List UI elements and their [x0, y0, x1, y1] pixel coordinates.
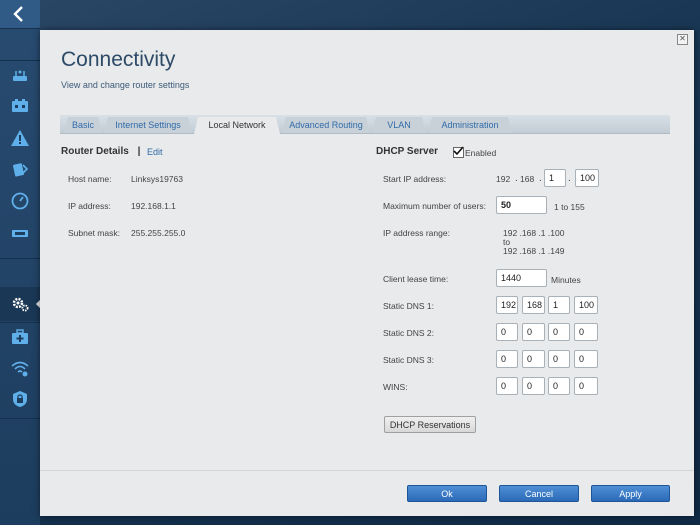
- ip-dot: .: [515, 173, 518, 184]
- back-chevron-icon: [13, 6, 23, 22]
- dhcp-enabled-label: Enabled: [465, 148, 497, 158]
- lease-time-label: Client lease time:: [383, 274, 449, 284]
- ip-dot: .: [568, 173, 571, 184]
- dns1-octet-1-input[interactable]: 192: [496, 296, 518, 314]
- dns2-octet-1-input[interactable]: 0: [496, 323, 518, 341]
- dns1-octet-4-input[interactable]: 100: [574, 296, 598, 314]
- cancel-button[interactable]: Cancel: [499, 485, 579, 502]
- wins-label: WINS:: [383, 382, 408, 392]
- apply-button[interactable]: Apply: [591, 485, 670, 502]
- lease-time-input[interactable]: 1440: [496, 269, 547, 287]
- connectivity-dialog: ✕ Connectivity View and change router se…: [40, 30, 694, 516]
- ok-button[interactable]: Ok: [407, 485, 487, 502]
- dns1-octet-2-input[interactable]: 168: [522, 296, 545, 314]
- dhcp-reservations-button[interactable]: DHCP Reservations: [384, 416, 476, 433]
- subnet-mask-label: Subnet mask:: [68, 228, 120, 238]
- subnet-mask-value: 255.255.255.0: [131, 228, 186, 238]
- external-storage-icon[interactable]: [10, 160, 30, 180]
- heading-separator: |: [137, 146, 141, 157]
- ip-range-label: IP address range:: [383, 228, 450, 238]
- wins-octet-4-input[interactable]: 0: [574, 377, 598, 395]
- tab-bar: Basic Internet Settings Local Network Ad…: [60, 115, 670, 134]
- warning-icon[interactable]: [10, 128, 30, 148]
- router-details-heading: Router Details |: [61, 146, 146, 157]
- start-ip-octet-4-input[interactable]: 100: [575, 169, 599, 187]
- ip-dot: .: [539, 173, 542, 184]
- wins-octet-1-input[interactable]: 0: [496, 377, 518, 395]
- dns2-octet-4-input[interactable]: 0: [574, 323, 598, 341]
- page-title: Connectivity: [61, 48, 176, 71]
- lease-time-unit: Minutes: [551, 275, 581, 285]
- dns3-octet-3-input[interactable]: 0: [548, 350, 570, 368]
- ip-address-label: IP address:: [68, 201, 111, 211]
- wifi-icon[interactable]: [10, 358, 30, 378]
- dhcp-server-heading: DHCP Server: [376, 146, 439, 157]
- max-users-label: Maximum number of users:: [383, 201, 486, 211]
- close-icon[interactable]: ✕: [677, 34, 688, 45]
- footer-divider: [40, 470, 694, 471]
- dns3-label: Static DNS 3:: [383, 355, 435, 365]
- dns3-octet-4-input[interactable]: 0: [574, 350, 598, 368]
- dns3-octet-2-input[interactable]: 0: [522, 350, 545, 368]
- dns1-label: Static DNS 1:: [383, 301, 435, 311]
- wins-octet-3-input[interactable]: 0: [548, 377, 570, 395]
- tab-administration[interactable]: Administration: [428, 117, 512, 133]
- dhcp-enabled-checkbox[interactable]: [453, 146, 464, 158]
- settings-gear-icon[interactable]: [10, 294, 30, 314]
- router-details-title: Router Details: [61, 146, 129, 157]
- medical-kit-icon[interactable]: [10, 327, 30, 347]
- nav-rail: [0, 0, 42, 525]
- wins-octet-2-input[interactable]: 0: [522, 377, 545, 395]
- tab-vlan[interactable]: VLAN: [372, 117, 426, 133]
- ip-address-value: 192.168.1.1: [131, 201, 176, 211]
- devices-icon[interactable]: [10, 96, 30, 116]
- host-name-label: Host name:: [68, 174, 112, 184]
- ip-range-from: 192 .168 .1 .100: [503, 228, 565, 238]
- max-users-range: 1 to 155: [554, 202, 585, 212]
- start-ip-octet-2: 168: [520, 174, 535, 184]
- speed-test-icon[interactable]: [10, 191, 30, 211]
- tab-advanced-routing[interactable]: Advanced Routing: [282, 117, 370, 133]
- dns1-octet-3-input[interactable]: 1: [548, 296, 570, 314]
- ip-range-to: 192 .168 .1 .149: [503, 246, 565, 256]
- tab-basic[interactable]: Basic: [64, 117, 102, 133]
- start-ip-octet-1: 192: [496, 174, 511, 184]
- dns3-octet-1-input[interactable]: 0: [496, 350, 518, 368]
- host-name-value: Linksys19763: [131, 174, 183, 184]
- start-ip-octet-3-input[interactable]: 1: [544, 169, 566, 187]
- edit-link[interactable]: Edit: [147, 147, 163, 157]
- dns2-octet-2-input[interactable]: 0: [522, 323, 545, 341]
- checkmark-icon: [453, 146, 463, 156]
- security-lock-icon[interactable]: [10, 389, 30, 409]
- router-icon[interactable]: [10, 66, 30, 86]
- back-button[interactable]: [0, 0, 40, 29]
- tab-internet-settings[interactable]: Internet Settings: [104, 117, 192, 133]
- max-users-input[interactable]: 50: [496, 196, 547, 214]
- page-subtitle: View and change router settings: [61, 80, 190, 90]
- dns2-octet-3-input[interactable]: 0: [548, 323, 570, 341]
- start-ip-label: Start IP address:: [383, 174, 447, 184]
- tab-local-network[interactable]: Local Network: [194, 117, 280, 134]
- usb-icon[interactable]: [10, 223, 30, 243]
- dns2-label: Static DNS 2:: [383, 328, 435, 338]
